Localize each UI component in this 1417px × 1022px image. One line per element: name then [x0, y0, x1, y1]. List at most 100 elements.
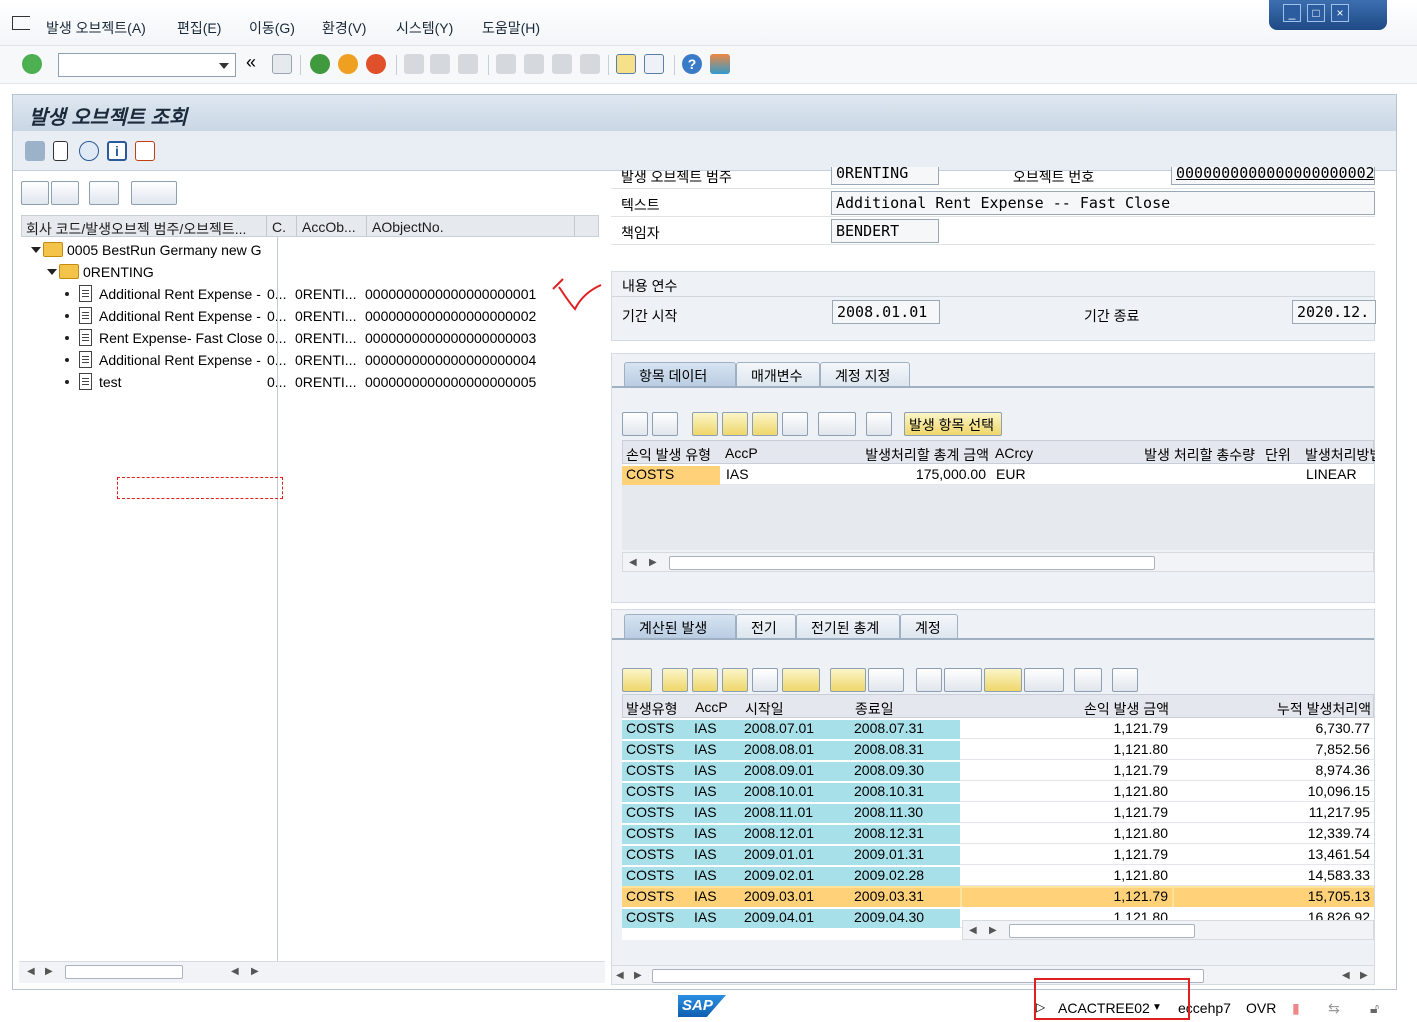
calc-grid-row[interactable]: COSTS IAS 2009.03.01 2009.03.31 1,121.79 15,7…	[622, 886, 1374, 907]
command-field[interactable]	[58, 53, 236, 77]
details-icon[interactable]	[622, 668, 652, 692]
next-page-icon[interactable]	[552, 54, 572, 74]
toggle-display-change-icon[interactable]	[25, 141, 45, 161]
tab-posted-totals[interactable]: 전기된 총계	[796, 614, 900, 638]
tab-item-data[interactable]: 항목 데이터	[624, 362, 736, 386]
find-next-icon[interactable]	[752, 668, 778, 692]
calc-cell-accp[interactable]: IAS	[690, 783, 740, 802]
calc-cell-to[interactable]: 2008.11.30	[850, 804, 960, 823]
col-header-c[interactable]: C.	[272, 219, 296, 235]
graphic-icon[interactable]	[1074, 668, 1102, 692]
calc-cell-from[interactable]: 2008.12.01	[740, 825, 850, 844]
calc-cell-to[interactable]: 2009.01.31	[850, 846, 960, 865]
calc-cell-to[interactable]: 2008.07.31	[850, 720, 960, 739]
menu-environment[interactable]: 환경(V)	[322, 18, 366, 38]
cancel-icon[interactable]	[366, 54, 386, 74]
calc-cell-cum[interactable]: 7,852.56	[1174, 741, 1374, 760]
category-field[interactable]: 0RENTING	[831, 167, 939, 185]
col-header-hierarchy[interactable]: 회사 코드/발생오브젝 범주/오브젝트...	[26, 219, 260, 239]
close-icon[interactable]: ×	[1331, 4, 1349, 22]
document-icon[interactable]	[53, 141, 68, 161]
tree-item[interactable]: Additional Rent Expense - 0... 0RENTI...…	[21, 283, 599, 305]
calc-cell-type[interactable]: COSTS	[622, 783, 690, 802]
find-icon[interactable]	[430, 54, 450, 74]
col-header-aobjectno[interactable]: AObjectNo.	[372, 219, 552, 235]
layout-icon[interactable]	[818, 412, 856, 436]
calc-cell-from[interactable]: 2009.01.01	[740, 846, 850, 865]
calc-cell-cum[interactable]: 13,461.54	[1174, 846, 1374, 865]
print-preview-icon[interactable]	[916, 668, 942, 692]
calc-cell-accp[interactable]: IAS	[690, 804, 740, 823]
calc-cell-accp[interactable]: IAS	[690, 825, 740, 844]
refresh-icon[interactable]	[79, 141, 99, 161]
new-icon[interactable]	[622, 412, 648, 436]
calc-cell-type[interactable]: COSTS	[622, 720, 690, 739]
expand-icon[interactable]	[47, 269, 57, 275]
copy-icon[interactable]	[135, 141, 155, 161]
calc-cell-amount[interactable]: 1,121.79	[962, 720, 1172, 739]
last-page-icon[interactable]	[580, 54, 600, 74]
calc-cell-to[interactable]: 2009.03.31	[850, 888, 960, 907]
calc-cell-from[interactable]: 2009.02.01	[740, 867, 850, 886]
tree-item[interactable]: Additional Rent Expense - 0... 0RENTI...…	[21, 349, 599, 371]
export-icon[interactable]	[984, 668, 1022, 692]
calc-cell-from[interactable]: 2009.03.01	[740, 888, 850, 907]
calc-cell-amount[interactable]: 1,121.80	[962, 783, 1172, 802]
calc-cell-from[interactable]: 2008.09.01	[740, 762, 850, 781]
back-icon[interactable]	[310, 54, 330, 74]
calc-cell-cum[interactable]: 14,583.33	[1174, 867, 1374, 886]
calc-cell-to[interactable]: 2008.10.31	[850, 783, 960, 802]
calc-cell-from[interactable]: 2009.04.01	[740, 909, 850, 928]
calc-cell-to[interactable]: 2009.04.30	[850, 909, 960, 928]
calc-cell-from[interactable]: 2008.07.01	[740, 720, 850, 739]
tab-calculated[interactable]: 계산된 발생	[624, 614, 736, 638]
menu-occurrence-object[interactable]: 발생 오브젝트(A)	[46, 18, 146, 38]
filter-icon[interactable]	[782, 668, 820, 692]
calc-cell-from[interactable]: 2008.08.01	[740, 741, 850, 760]
menu-system[interactable]: 시스템(Y)	[396, 18, 453, 38]
calc-grid-row[interactable]: COSTS IAS 2008.08.01 2008.08.31 1,121.80 7,85…	[622, 739, 1374, 760]
tree-node-company[interactable]: 0005 BestRun Germany new G	[21, 239, 599, 261]
col-header-accob[interactable]: AccOb...	[302, 219, 364, 235]
calc-grid-row[interactable]: COSTS IAS 2008.07.01 2008.07.31 1,121.79 6,73…	[622, 718, 1374, 739]
calc-grid-row[interactable]: COSTS IAS 2008.11.01 2008.11.30 1,121.79 11,2…	[622, 802, 1374, 823]
shortcut-icon[interactable]	[644, 54, 664, 74]
calc-cell-cum[interactable]: 6,730.77	[1174, 720, 1374, 739]
calc-cell-cum[interactable]: 12,339.74	[1174, 825, 1374, 844]
calc-cell-to[interactable]: 2009.02.28	[850, 867, 960, 886]
status-mode[interactable]: OVR	[1246, 1000, 1276, 1016]
period-start-field[interactable]: 2008.01.01	[832, 300, 940, 324]
object-number-field[interactable]: 0000000000000000000002	[1171, 167, 1375, 185]
column-layout-icon[interactable]	[131, 181, 177, 205]
subtotal-icon[interactable]	[868, 668, 904, 692]
expand-icon[interactable]	[31, 247, 41, 253]
calc-grid-row[interactable]: COSTS IAS 2008.10.01 2008.10.31 1,121.80 10,0…	[622, 781, 1374, 802]
calc-cell-amount[interactable]: 1,121.80	[962, 825, 1172, 844]
calc-cell-cum[interactable]: 15,705.13	[1174, 888, 1374, 907]
calc-cell-from[interactable]: 2008.10.01	[740, 783, 850, 802]
calc-cell-type[interactable]: COSTS	[622, 741, 690, 760]
calc-cell-amount[interactable]: 1,121.79	[962, 888, 1172, 907]
enter-check-icon[interactable]	[22, 54, 42, 74]
calc-cell-accp[interactable]: IAS	[690, 741, 740, 760]
calc-grid-row[interactable]: COSTS IAS 2008.09.01 2008.09.30 1,121.79 8,97…	[622, 760, 1374, 781]
save-icon[interactable]	[272, 54, 292, 74]
text-field[interactable]: Additional Rent Expense -- Fast Close	[831, 191, 1375, 215]
info-icon[interactable]: i	[107, 141, 127, 161]
calc-cell-to[interactable]: 2008.09.30	[850, 762, 960, 781]
calc-cell-type[interactable]: COSTS	[622, 867, 690, 886]
item-grid-row[interactable]: COSTS IAS 175,000.00 EUR LINEAR	[622, 464, 1374, 485]
calc-cell-type[interactable]: COSTS	[622, 825, 690, 844]
first-page-icon[interactable]	[496, 54, 516, 74]
menu-icon[interactable]	[12, 16, 30, 30]
tab-accounts[interactable]: 계정	[900, 614, 958, 638]
prev-page-icon[interactable]	[524, 54, 544, 74]
calc-cell-amount[interactable]: 1,121.80	[962, 741, 1172, 760]
calc-cell-amount[interactable]: 1,121.79	[962, 762, 1172, 781]
period-end-field[interactable]: 2020.12.	[1292, 300, 1376, 324]
tree-item[interactable]: test 0... 0RENTI... 00000000000000000000…	[21, 371, 599, 393]
calc-grid-row[interactable]: COSTS IAS 2009.02.01 2009.02.28 1,121.80 14,5…	[622, 865, 1374, 886]
collapse-all-icon[interactable]	[51, 181, 79, 205]
tab-parameters[interactable]: 매개변수	[736, 362, 820, 386]
calc-cell-cum[interactable]: 10,096.15	[1174, 783, 1374, 802]
